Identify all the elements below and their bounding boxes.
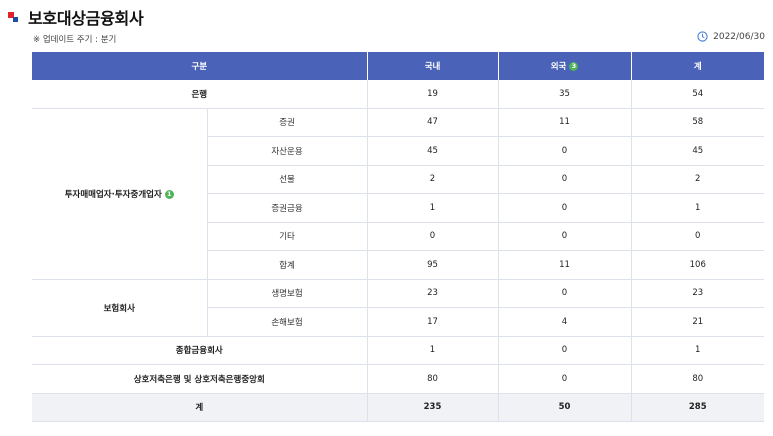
total-value: 1 [631, 336, 765, 365]
table-row: 상호저축은행 및 상호저축은행중앙회 80 0 80 [32, 364, 765, 394]
row-label: 종합금융회사 [32, 336, 368, 365]
protected-institutions-table: 구분 국내 외국 3 계 은행 19 35 54 투자매매업자·투자중개업자 1 증… [32, 52, 765, 422]
reference-date-text: 2022/06/30 [713, 31, 765, 42]
foreign-value: 0 [498, 364, 632, 394]
clock-icon [697, 31, 708, 42]
info-badge-icon[interactable]: 1 [164, 189, 174, 199]
foreign-value: 0 [498, 136, 632, 166]
sub-row-label: 자산운용 [207, 136, 368, 166]
foreign-value: 4 [498, 307, 632, 337]
header-foreign: 외국 3 [498, 52, 632, 80]
page-header: 보호대상금융회사 [8, 5, 144, 29]
total-value: 58 [631, 108, 765, 137]
domestic-value: 45 [367, 136, 499, 166]
domestic-value: 95 [367, 250, 499, 280]
foreign-value: 50 [498, 393, 632, 422]
total-value: 106 [631, 250, 765, 280]
domestic-value: 19 [367, 80, 499, 109]
foreign-value: 0 [498, 193, 632, 223]
row-label: 계 [32, 393, 368, 422]
sub-row-label: 증권 [207, 108, 368, 137]
domestic-value: 80 [367, 364, 499, 394]
domestic-value: 23 [367, 279, 499, 308]
group-label: 투자매매업자·투자중개업자 1 [32, 108, 208, 280]
table-row: 보험회사 생명보험 23 0 23 [32, 279, 765, 337]
table-header-row: 구분 국내 외국 3 계 [32, 52, 765, 80]
sub-row-label: 생명보험 [207, 279, 368, 308]
domestic-value: 47 [367, 108, 499, 137]
update-cycle-note: ※ 업데이트 주기 : 분기 [33, 35, 117, 45]
row-label: 은행 [32, 80, 368, 109]
grand-total-row: 계 235 50 285 [32, 393, 765, 422]
foreign-value: 11 [498, 250, 632, 280]
insurance-group-label: 보험회사 [32, 279, 208, 337]
foreign-value: 35 [498, 80, 632, 109]
total-value: 2 [631, 165, 765, 194]
header-total: 계 [631, 52, 765, 80]
total-value: 0 [631, 222, 765, 251]
total-value: 23 [631, 279, 765, 308]
total-value: 54 [631, 80, 765, 109]
sub-row-label: 합계 [207, 250, 368, 280]
domestic-value: 1 [367, 336, 499, 365]
domestic-value: 0 [367, 222, 499, 251]
investment-group-label: 투자매매업자·투자중개업자 [64, 189, 162, 200]
foreign-value: 0 [498, 336, 632, 365]
domestic-value: 1 [367, 193, 499, 223]
total-value: 21 [631, 307, 765, 337]
sub-row-label: 손해보험 [207, 307, 368, 337]
title-bullet-icon [8, 11, 20, 23]
sub-row-label: 선물 [207, 165, 368, 194]
page-title: 보호대상금융회사 [28, 9, 144, 28]
foreign-value: 0 [498, 165, 632, 194]
header-category: 구분 [32, 52, 368, 80]
header-domestic: 국내 [367, 52, 499, 80]
sub-row-label: 기타 [207, 222, 368, 251]
info-badge-icon[interactable]: 3 [569, 62, 579, 71]
table-row: 은행 19 35 54 [32, 80, 765, 109]
header-foreign-label: 외국 [550, 62, 567, 72]
sub-row-label: 증권금융 [207, 193, 368, 223]
domestic-value: 17 [367, 307, 499, 337]
total-value: 1 [631, 193, 765, 223]
domestic-value: 235 [367, 393, 499, 422]
reference-date: 2022/06/30 [697, 31, 765, 42]
foreign-value: 0 [498, 279, 632, 308]
total-value: 45 [631, 136, 765, 166]
row-label: 상호저축은행 및 상호저축은행중앙회 [32, 364, 368, 394]
domestic-value: 2 [367, 165, 499, 194]
total-value: 80 [631, 364, 765, 394]
foreign-value: 11 [498, 108, 632, 137]
foreign-value: 0 [498, 222, 632, 251]
total-value: 285 [631, 393, 765, 422]
table-row: 투자매매업자·투자중개업자 1 증권 47 11 58 [32, 108, 765, 280]
table-row: 종합금융회사 1 0 1 [32, 336, 765, 365]
